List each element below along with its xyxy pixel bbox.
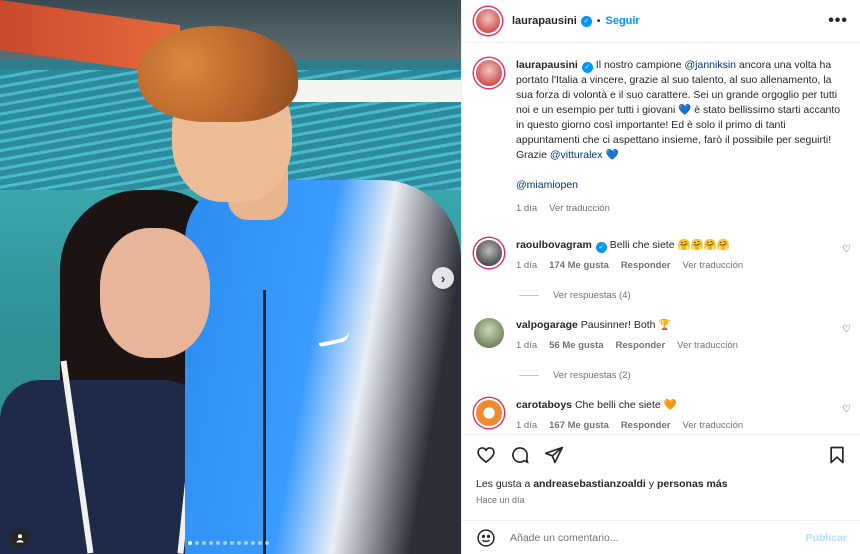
heart-icon[interactable]: ♡ (842, 404, 851, 415)
bookmark-icon[interactable] (827, 445, 847, 465)
mention-link[interactable]: @vitturalex (550, 149, 603, 161)
replies-line (519, 375, 539, 376)
comment-username[interactable]: carotaboys (516, 399, 572, 411)
carousel-dot (244, 541, 248, 545)
comment-body: carotaboys Che belli che siete 🧡 1 día 1… (516, 398, 836, 433)
carousel-dot (202, 541, 206, 545)
comment-likes[interactable]: 167 Me gusta (549, 418, 609, 433)
likes-summary: Les gusta a andreasebastianzoaldi y pers… (476, 478, 728, 490)
publish-button[interactable]: Publicar (806, 532, 847, 544)
comment-username[interactable]: raoulbovagram (516, 239, 592, 251)
carousel-dot (237, 541, 241, 545)
verified-icon: ✓ (580, 15, 592, 27)
likes-prefix: Les gusta a (476, 478, 534, 490)
comment-time[interactable]: 1 día (516, 418, 537, 433)
man-hair (138, 26, 298, 122)
mention-link[interactable]: @janniksin (685, 59, 737, 71)
carousel-dot (216, 541, 220, 545)
heart-icon[interactable]: ♡ (842, 324, 851, 335)
avatar[interactable] (474, 238, 504, 268)
separator: • (596, 15, 601, 27)
comment-time[interactable]: 1 día (516, 338, 537, 353)
comment-username[interactable]: valpogarage (516, 319, 578, 331)
more-icon[interactable]: ••• (828, 12, 848, 30)
likes-middle: y (645, 478, 657, 490)
verified-icon: ✓ (581, 62, 593, 73)
comment-item: raoulbovagram ✓ Belli che siete 🤗🤗🤗🤗 1 dí… (462, 238, 860, 273)
caption-meta: 1 día Ver traducción (516, 201, 849, 216)
follow-button[interactable]: Seguir (605, 15, 639, 27)
caption-username[interactable]: laurapausini (516, 59, 578, 71)
heart-icon[interactable]: ♡ (842, 244, 851, 255)
post-timestamp[interactable]: Hace un día (476, 495, 525, 505)
emoji-icon[interactable] (476, 528, 496, 548)
verified-icon: ✓ (595, 242, 607, 253)
translate-link[interactable]: Ver traducción (677, 338, 738, 353)
comment-meta: 1 día 174 Me gusta Responder Ver traducc… (516, 258, 836, 273)
avatar[interactable] (474, 318, 504, 348)
avatar[interactable] (474, 398, 504, 428)
woman-face (100, 228, 210, 358)
share-icon[interactable] (544, 445, 564, 465)
man-jacket-zip (263, 290, 266, 554)
translate-link[interactable]: Ver traducción (682, 418, 743, 433)
comment-body: valpogarage Pausinner! Both 🏆 1 día 56 M… (516, 318, 836, 353)
comment-input[interactable]: Añade un comentario... (510, 532, 806, 544)
user-tag-icon[interactable] (10, 528, 30, 548)
avatar[interactable] (474, 7, 502, 35)
stadium-banner-strip (290, 80, 461, 102)
comment-text: Belli che siete 🤗🤗🤗🤗 (609, 239, 730, 251)
comment-icon[interactable] (510, 445, 530, 465)
post-panel: laurapausini ✓ • Seguir ••• laurapausini… (461, 0, 860, 554)
carousel-dots (188, 541, 269, 545)
post-photo[interactable]: › (0, 0, 461, 554)
comment-item: valpogarage Pausinner! Both 🏆 1 día 56 M… (462, 318, 860, 353)
chevron-right-icon[interactable]: › (432, 267, 454, 289)
caption-text: 💙 (602, 149, 619, 161)
likes-others[interactable]: personas más (657, 478, 728, 490)
comment-text: Che belli che siete 🧡 (574, 399, 677, 411)
comment-item: carotaboys Che belli che siete 🧡 1 día 1… (462, 398, 860, 433)
man-jacket (185, 180, 461, 554)
carousel-dot (258, 541, 262, 545)
caption-time[interactable]: 1 día (516, 201, 537, 216)
caption-text: ancora una volta ha portato l'Italia a v… (516, 59, 841, 161)
comment-meta: 1 día 167 Me gusta Responder Ver traducc… (516, 418, 836, 433)
post-header: laurapausini ✓ • Seguir ••• (462, 0, 860, 43)
header-username[interactable]: laurapausini (512, 15, 577, 27)
comment-likes[interactable]: 174 Me gusta (549, 258, 609, 273)
comments-list[interactable]: laurapausini ✓ Il nostro campione @jannik… (462, 44, 860, 434)
tag-link[interactable]: @miamiopen (516, 178, 849, 193)
reply-button[interactable]: Responder (621, 258, 671, 273)
caption-body: laurapausini ✓ Il nostro campione @jannik… (516, 58, 849, 216)
carousel-dot (265, 541, 269, 545)
carousel-dot (195, 541, 199, 545)
liker-username[interactable]: andreasebastianzoaldi (533, 478, 646, 490)
comment-likes[interactable]: 56 Me gusta (549, 338, 603, 353)
avatar[interactable] (474, 58, 504, 88)
replies-line (519, 295, 539, 296)
caption-text: Il nostro campione (595, 59, 685, 71)
comment-meta: 1 día 56 Me gusta Responder Ver traducci… (516, 338, 836, 353)
comment-text: Pausinner! Both 🏆 (580, 319, 672, 331)
carousel-dot (230, 541, 234, 545)
translate-link[interactable]: Ver traducción (682, 258, 743, 273)
heart-icon[interactable] (476, 445, 496, 465)
reply-button[interactable]: Responder (621, 418, 671, 433)
view-replies-label[interactable]: Ver respuestas (2) (553, 370, 631, 381)
view-replies[interactable]: Ver respuestas (4) (519, 290, 631, 301)
carousel-dot (209, 541, 213, 545)
comment-time[interactable]: 1 día (516, 258, 537, 273)
reply-button[interactable]: Responder (616, 338, 666, 353)
view-replies-label[interactable]: Ver respuestas (4) (553, 290, 631, 301)
post-actions (462, 434, 860, 474)
carousel-dot (223, 541, 227, 545)
view-replies[interactable]: Ver respuestas (2) (519, 370, 631, 381)
carousel-dot (188, 541, 192, 545)
translate-link[interactable]: Ver traducción (549, 201, 610, 216)
comment-body: raoulbovagram ✓ Belli che siete 🤗🤗🤗🤗 1 dí… (516, 238, 836, 273)
add-comment-bar: Añade un comentario... Publicar (462, 520, 860, 554)
caption: laurapausini ✓ Il nostro campione @jannik… (462, 44, 860, 216)
carousel-dot (251, 541, 255, 545)
